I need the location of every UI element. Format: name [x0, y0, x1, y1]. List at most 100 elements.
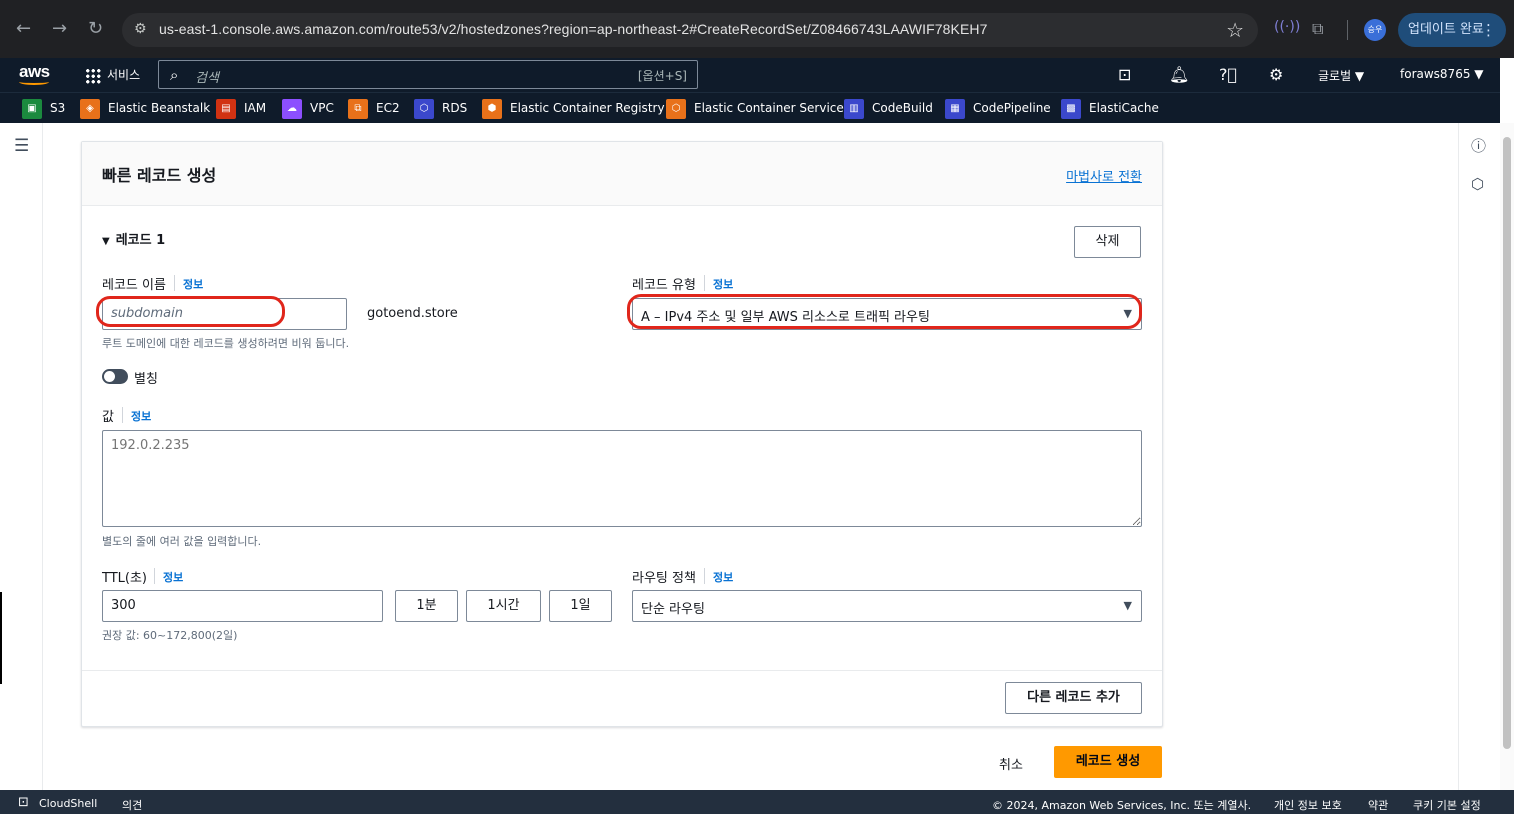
aws-logo[interactable]: aws: [19, 62, 50, 85]
fav-ec2[interactable]: ⧉ EC2: [348, 97, 400, 119]
record-name-hint: 루트 도메인에 대한 레코드를 생성하려면 비워 둡니다.: [102, 337, 350, 350]
codepipeline-icon: ▦: [945, 98, 965, 119]
puzzle-icon[interactable]: ⧉: [1312, 19, 1323, 39]
address-bar[interactable]: ⚙ us-east-1.console.aws.amazon.com/route…: [122, 13, 1258, 47]
notifications-bell-icon[interactable]: 🔔︎: [1169, 65, 1189, 84]
services-menu-button[interactable]: 서비스: [85, 66, 140, 84]
cloudshell-icon[interactable]: ⊡: [1118, 65, 1131, 84]
fav-codepipeline[interactable]: ▦ CodePipeline: [945, 97, 1051, 119]
search-placeholder: 검색: [195, 71, 219, 86]
search-icon: ⌕: [170, 66, 179, 84]
label-separator: [704, 275, 705, 291]
caret-down-icon: ▼: [102, 236, 110, 247]
caret-down-icon: ▼: [1123, 599, 1132, 612]
fav-elastic-beanstalk[interactable]: ◈ Elastic Beanstalk: [80, 97, 210, 119]
ecr-icon: ⬢: [482, 98, 502, 119]
hamburger-menu-icon[interactable]: ☰: [14, 136, 29, 156]
extension-icon[interactable]: ((·)): [1274, 19, 1300, 35]
services-label: 서비스: [107, 68, 141, 82]
favorites-bar: ▣ S3 ◈ Elastic Beanstalk ▤ IAM ☁ VPC ⧉ EC2 ⬡ R…: [0, 92, 1500, 123]
alias-toggle[interactable]: [102, 369, 128, 384]
rds-icon: ⬡: [414, 98, 434, 119]
browser-chrome: ← → ↻ ⚙ us-east-1.console.aws.amazon.com…: [0, 0, 1514, 58]
url-text[interactable]: us-east-1.console.aws.amazon.com/route53…: [159, 21, 988, 37]
value-textarea[interactable]: [102, 430, 1142, 527]
info-panel-icon[interactable]: ⓘ: [1471, 135, 1486, 156]
fav-rds[interactable]: ⬡ RDS: [414, 97, 467, 119]
fav-label: S3: [50, 101, 66, 115]
terms-link[interactable]: 약관: [1368, 797, 1388, 813]
create-records-button[interactable]: 레코드 생성: [1054, 746, 1162, 778]
aws-top-nav: aws 서비스 ⌕ 검색 [옵션+S] ⊡ 🔔︎ ?⃝ ⚙ 글로벌 ▼ fora…: [0, 58, 1500, 92]
toolbar-separator: [1347, 20, 1348, 40]
fav-ecr[interactable]: ⬢ Elastic Container Registry: [482, 97, 665, 119]
fav-label: RDS: [442, 101, 468, 115]
fav-codebuild[interactable]: ▥ CodeBuild: [844, 97, 933, 119]
vpc-icon: ☁: [282, 98, 302, 119]
ttl-1-minute-button[interactable]: 1분: [395, 590, 458, 622]
feedback-link[interactable]: 의견: [122, 797, 142, 813]
routing-policy-select[interactable]: 단순 라우팅 ▼: [632, 590, 1142, 622]
record-type-label: 레코드 유형: [632, 278, 696, 293]
alias-label: 별칭: [134, 372, 158, 387]
privacy-link[interactable]: 개인 정보 보호: [1274, 797, 1342, 813]
cancel-button[interactable]: 취소: [999, 754, 1023, 773]
label-separator: [704, 568, 705, 584]
fav-label: Elastic Container Registry: [510, 101, 665, 115]
console-footer: ⊡ CloudShell 의견 © 2024, Amazon Web Servi…: [0, 790, 1514, 814]
site-info-icon[interactable]: ⚙: [134, 21, 152, 39]
ec2-icon: ⧉: [348, 98, 368, 119]
hexagon-settings-icon[interactable]: ⬡: [1471, 175, 1484, 193]
domain-suffix: gotoend.store: [367, 306, 458, 321]
forward-icon[interactable]: →: [52, 20, 67, 38]
region-selector[interactable]: 글로벌 ▼: [1318, 67, 1364, 84]
fav-label: EC2: [376, 101, 400, 115]
card-header: 빠른 레코드 생성 마법사로 전환: [82, 142, 1162, 206]
value-info-link[interactable]: 정보: [131, 408, 151, 424]
cloudshell-link[interactable]: CloudShell: [39, 797, 97, 810]
search-input[interactable]: ⌕ 검색 [옵션+S]: [158, 60, 698, 89]
fav-label: ElastiCache: [1089, 101, 1159, 115]
window-edge: [0, 592, 2, 684]
fav-s3[interactable]: ▣ S3: [22, 97, 65, 119]
value-hint: 별도의 줄에 여러 값을 입력합니다.: [102, 535, 262, 548]
beanstalk-icon: ◈: [80, 98, 100, 119]
routing-info-link[interactable]: 정보: [713, 569, 733, 585]
copyright-text: © 2024, Amazon Web Services, Inc. 또는 계열사…: [992, 799, 1252, 812]
back-icon[interactable]: ←: [16, 20, 31, 38]
record-1-expander[interactable]: ▼ 레코드 1: [102, 229, 165, 248]
fav-label: Elastic Beanstalk: [108, 101, 211, 115]
fav-label: CodeBuild: [872, 101, 933, 115]
aws-smile-icon: [19, 79, 49, 85]
ttl-1-hour-button[interactable]: 1시간: [466, 590, 541, 622]
record-name-info-link[interactable]: 정보: [183, 276, 203, 292]
fav-vpc[interactable]: ☁ VPC: [282, 97, 334, 119]
record-type-info-link[interactable]: 정보: [713, 276, 733, 292]
account-menu[interactable]: foraws8765 ▼: [1400, 67, 1484, 81]
help-icon[interactable]: ?⃝: [1219, 65, 1237, 84]
fav-iam[interactable]: ▤ IAM: [216, 97, 266, 119]
fav-label: VPC: [310, 101, 334, 115]
update-button[interactable]: 업데이트 완료 ⋮: [1398, 13, 1506, 47]
ttl-input[interactable]: 300: [102, 590, 383, 622]
ttl-1-day-button[interactable]: 1일: [549, 590, 612, 622]
scrollbar-thumb[interactable]: [1503, 137, 1511, 749]
routing-policy-value: 단순 라우팅: [641, 602, 705, 617]
ttl-hint: 권장 값: 60~172,800(2일): [102, 629, 238, 642]
ttl-label: TTL(초): [102, 571, 147, 586]
bookmark-star-icon[interactable]: ☆: [1226, 18, 1244, 42]
red-highlight-annotation: [96, 296, 285, 327]
fav-ecs[interactable]: ⬡ Elastic Container Service: [666, 97, 844, 119]
settings-gear-icon[interactable]: ⚙: [1269, 65, 1283, 84]
elasticache-icon: ▩: [1061, 98, 1081, 119]
cookie-preferences-link[interactable]: 쿠키 기본 설정: [1413, 797, 1481, 813]
cloudshell-footer-icon[interactable]: ⊡: [18, 795, 29, 810]
ttl-info-link[interactable]: 정보: [163, 569, 183, 585]
profile-avatar[interactable]: 승우: [1364, 19, 1386, 41]
fav-label: Elastic Container Service: [694, 101, 844, 115]
reload-icon[interactable]: ↻: [88, 20, 103, 38]
fav-elasticache[interactable]: ▩ ElastiCache: [1061, 97, 1159, 119]
switch-to-wizard-link[interactable]: 마법사로 전환: [1066, 166, 1142, 185]
add-another-record-button[interactable]: 다른 레코드 추가: [1005, 682, 1142, 714]
delete-button[interactable]: 삭제: [1074, 226, 1141, 258]
